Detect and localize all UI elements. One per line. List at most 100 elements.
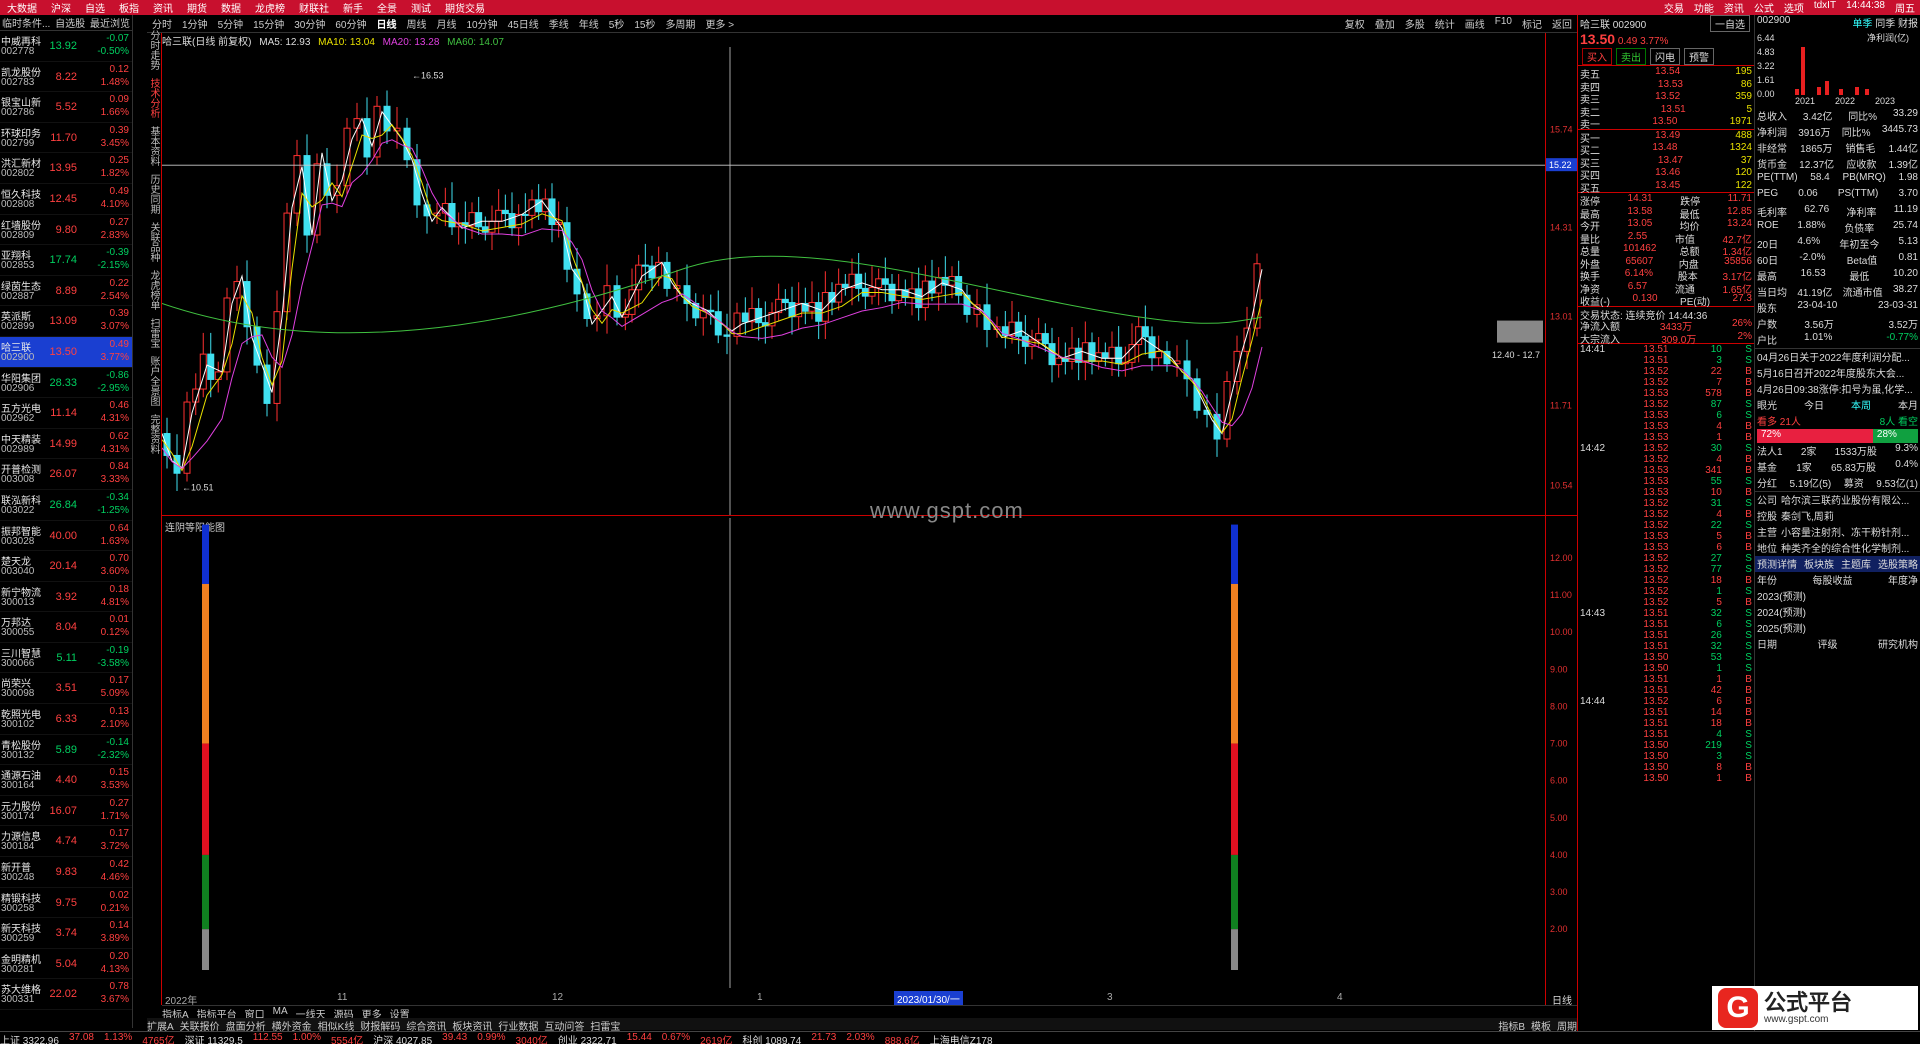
stock-row[interactable]: 金明精机 300281 5.04 0.20 4.13% <box>0 949 132 980</box>
menu-item[interactable]: 全景 <box>370 0 404 15</box>
info-tab[interactable]: 行业数据 <box>498 1018 538 1033</box>
toolbar-button[interactable]: 画线 <box>1460 16 1490 31</box>
menu-item[interactable]: 测试 <box>404 0 438 15</box>
stock-row[interactable]: 英派斯 002899 13.09 0.39 3.07% <box>0 306 132 337</box>
buy-button[interactable]: 买入 <box>1582 47 1612 65</box>
indicator-chart[interactable]: 12.00 11.00 10.00 9.00 8.00 7.00 6.00 5.00 4.00 3… <box>162 518 1577 988</box>
stock-row[interactable]: 新宁物流 300013 3.92 0.18 4.81% <box>0 582 132 613</box>
indicator-tab[interactable]: 一线天 <box>296 1006 326 1021</box>
stock-row[interactable]: 新天科技 300259 3.74 0.14 3.89% <box>0 918 132 949</box>
forecast-tab[interactable]: 选股策略 <box>1878 556 1918 572</box>
stock-row[interactable]: 哈三联 002900 13.50 0.49 3.77% <box>0 336 132 368</box>
menu-item[interactable]: 大数据 <box>0 0 44 15</box>
info-tab[interactable]: 相似K线 <box>318 1018 355 1033</box>
flash-trade-button[interactable]: 闪电 <box>1650 47 1680 65</box>
vote-week[interactable]: 本周 <box>1851 397 1871 413</box>
vtab-4[interactable]: 关联品种 <box>148 222 159 262</box>
menu-item[interactable]: 数据 <box>214 0 248 15</box>
toolbar-button[interactable]: 叠加 <box>1370 16 1400 31</box>
vtab-0[interactable]: 分时走势 <box>148 30 159 70</box>
forecast-tab[interactable]: 板块族 <box>1804 556 1834 572</box>
stock-row[interactable]: 中天精装 002989 14.99 0.62 4.31% <box>0 429 132 460</box>
stock-row[interactable]: 五方光电 002962 11.14 0.46 4.31% <box>0 398 132 429</box>
indicator-tab[interactable]: 设置 <box>390 1006 410 1021</box>
menu-item[interactable]: 沪深 <box>44 0 78 15</box>
tab-watchlist[interactable]: 自选股 <box>55 15 85 30</box>
stock-row[interactable]: 联泓新科 003022 26.84 -0.34 -1.25% <box>0 490 132 521</box>
vote-today[interactable]: 今日 <box>1804 397 1824 413</box>
news-item[interactable]: 5月16日召开2022年度股东大会... <box>1755 365 1920 381</box>
tab-period[interactable]: 更多 > <box>700 16 739 31</box>
stock-row[interactable]: 红墙股份 002809 9.80 0.27 2.83% <box>0 215 132 246</box>
indicator-tab[interactable]: 指标A <box>162 1006 189 1021</box>
menu-item[interactable]: 新手 <box>336 0 370 15</box>
tab-period[interactable]: 月线 <box>432 16 462 31</box>
indicator-tab[interactable]: 指标平台 <box>197 1006 237 1021</box>
info-tab[interactable]: 财报解码 <box>360 1018 400 1033</box>
menu-item[interactable]: 期货 <box>180 0 214 15</box>
toolbar-button[interactable]: 复权 <box>1340 16 1370 31</box>
info-tab[interactable]: 横外资金 <box>272 1018 312 1033</box>
tab-period[interactable]: 1分钟 <box>177 16 213 31</box>
vote-month[interactable]: 本月 <box>1898 397 1918 413</box>
stock-row[interactable]: 乾照光电 300102 6.33 0.13 2.10% <box>0 704 132 735</box>
stock-row[interactable]: 三川智慧 300066 5.11 -0.19 -3.58% <box>0 643 132 674</box>
toolbar-button[interactable]: 标记 <box>1517 16 1547 31</box>
menu-item[interactable]: 财联社 <box>292 0 336 15</box>
tab-period[interactable]: 30分钟 <box>289 16 330 31</box>
menu-item[interactable]: 选项 <box>1779 0 1809 15</box>
menu-item[interactable]: 交易 <box>1659 0 1689 15</box>
stock-row[interactable]: 环球印务 002799 11.70 0.39 3.45% <box>0 123 132 154</box>
tab-period[interactable]: 15秒 <box>629 16 660 31</box>
stock-row[interactable]: 中威再科 002778 13.92 -0.07 -0.50% <box>0 31 132 62</box>
stock-row[interactable]: 亚翔科 002853 17.74 -0.39 -2.15% <box>0 245 132 276</box>
stock-row[interactable]: 华阳集团 002906 28.33 -0.86 -2.95% <box>0 368 132 399</box>
info-tab[interactable]: 扩展A <box>147 1018 174 1033</box>
vtab-7[interactable]: 账户全景图 <box>148 356 159 406</box>
candlestick-chart[interactable]: 15.7415.2214.3113.0111.7110.5415.22←16.5… <box>162 47 1577 515</box>
tab-period[interactable]: 年线 <box>574 16 604 31</box>
menu-item[interactable]: 龙虎榜 <box>248 0 292 15</box>
news-item[interactable]: 4月26日09:38涨停:扣号为虽,化学... <box>1755 381 1920 397</box>
stock-row[interactable]: 恒久科技 002808 12.45 0.49 4.10% <box>0 184 132 215</box>
vtab-5[interactable]: 龙虎榜单 <box>148 270 159 310</box>
indicator-tab[interactable]: 源码 <box>334 1006 354 1021</box>
bear-bar[interactable]: 28% <box>1872 429 1918 443</box>
info-tab[interactable]: 扫雷宝 <box>590 1018 620 1033</box>
toolbar-button[interactable]: 统计 <box>1430 16 1460 31</box>
vtab-1[interactable]: 技术分析 <box>148 78 159 118</box>
menu-item[interactable]: 公式 <box>1749 0 1779 15</box>
indicator-tab[interactable]: 窗口 <box>245 1006 265 1021</box>
tab-period[interactable]: 周线 <box>402 16 432 31</box>
stock-row[interactable]: 苏大维格 300331 22.02 0.78 3.67% <box>0 979 132 1010</box>
stock-row[interactable]: 青松股份 300132 5.89 -0.14 -2.32% <box>0 735 132 766</box>
tab-period[interactable]: 15分钟 <box>248 16 289 31</box>
tick-list[interactable]: 14:41 13.51 10 S 13.51 3 S 13.52 22 B 13.52 7 B 13.53… <box>1578 343 1754 784</box>
stock-row[interactable]: 尚荣兴 300098 3.51 0.17 5.09% <box>0 673 132 705</box>
tab-same-quarter[interactable]: 同季 <box>1875 19 1895 29</box>
tab-period[interactable]: 日线 <box>372 16 402 31</box>
info-tab[interactable]: 模板 <box>1531 1018 1551 1033</box>
menu-item[interactable]: 期货交易 <box>438 0 492 15</box>
menu-item[interactable]: 板指 <box>112 0 146 15</box>
toolbar-button[interactable]: 返回 <box>1547 16 1577 31</box>
tab-period[interactable]: 45日线 <box>503 16 544 31</box>
alert-button[interactable]: 预警 <box>1684 47 1714 65</box>
stock-row[interactable]: 新开普 300248 9.83 0.42 4.46% <box>0 857 132 888</box>
tab-temp-condition[interactable]: 临时条件... <box>2 15 50 30</box>
menu-item[interactable]: 功能 <box>1689 0 1719 15</box>
stock-row[interactable]: 通源石油 300164 4.40 0.15 3.53% <box>0 765 132 796</box>
add-watchlist-button[interactable]: 一自选 <box>1710 14 1750 32</box>
stock-row[interactable]: 力源信息 300184 4.74 0.17 3.72% <box>0 826 132 858</box>
vtab-3[interactable]: 历史同期 <box>148 174 159 214</box>
tab-period[interactable]: 季线 <box>544 16 574 31</box>
tab-recent[interactable]: 最近浏览 <box>90 15 130 30</box>
menu-item[interactable]: 资讯 <box>146 0 180 15</box>
vtab-8[interactable]: 完整资料 <box>148 414 159 454</box>
vtab-2[interactable]: 基本资料 <box>148 126 159 166</box>
toolbar-button[interactable]: F10 <box>1490 16 1517 31</box>
stock-row[interactable]: 绿茵生态 002887 8.89 0.22 2.54% <box>0 276 132 307</box>
stock-row[interactable]: 元力股份 300174 16.07 0.27 1.71% <box>0 796 132 827</box>
toolbar-button[interactable]: 多股 <box>1400 16 1430 31</box>
stock-row[interactable]: 凯龙股份 002783 8.22 0.12 1.48% <box>0 62 132 93</box>
